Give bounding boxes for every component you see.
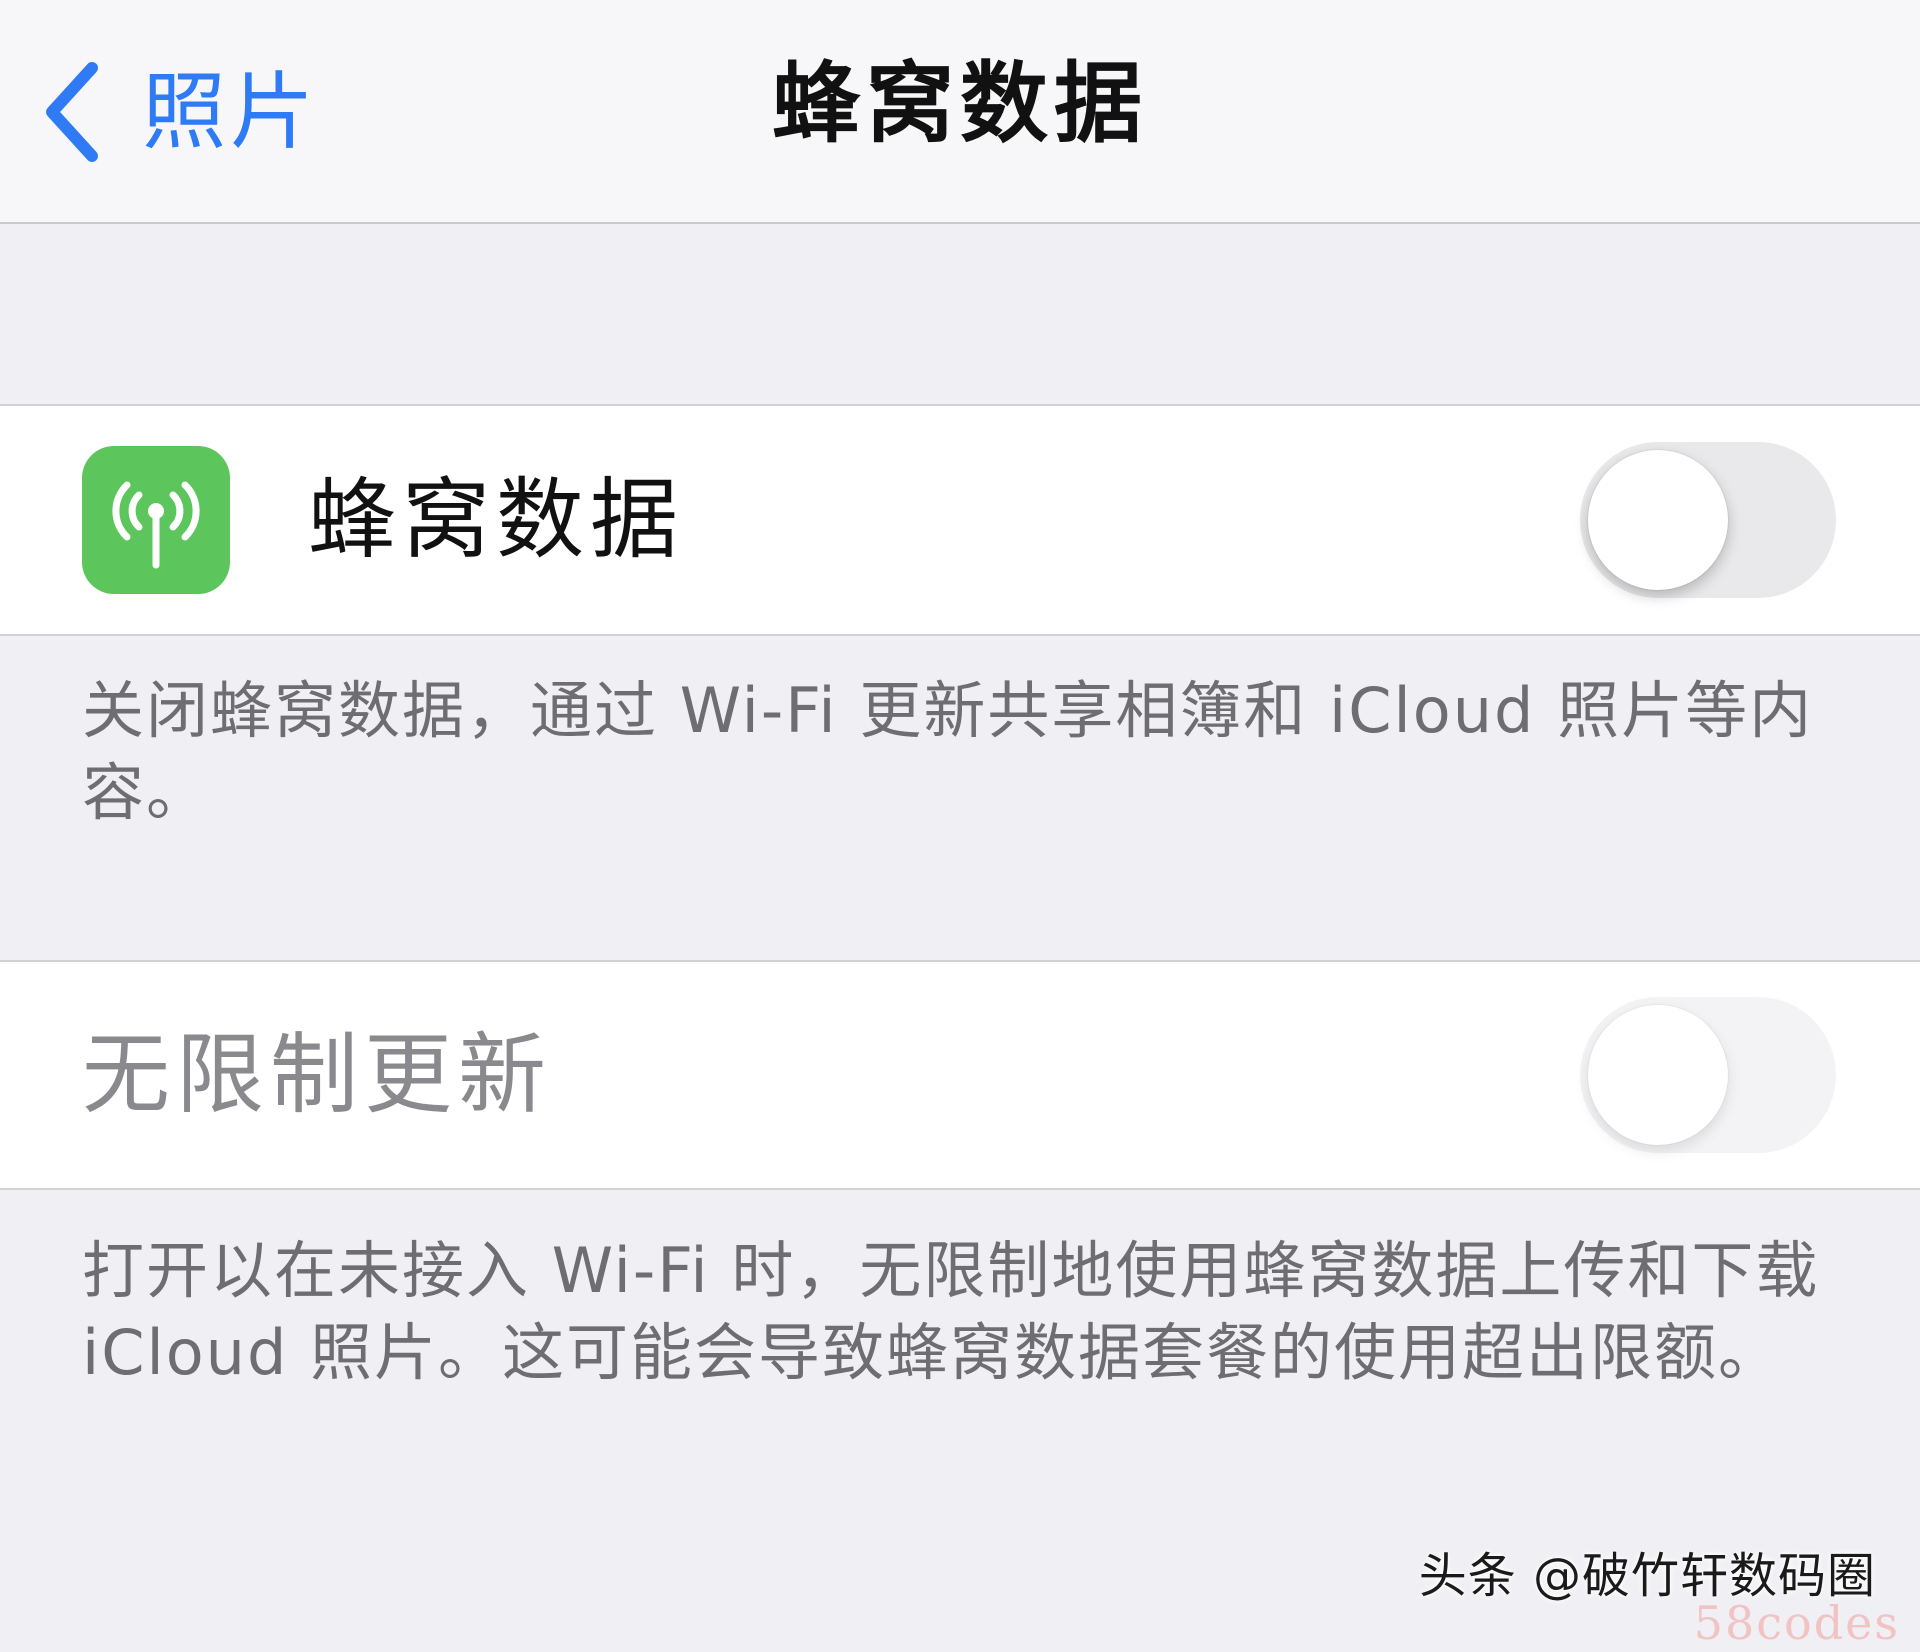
page-title: 蜂窝数据 (771, 52, 1148, 155)
watermark-source: 头条 @破竹轩数码圈 (1418, 1548, 1876, 1604)
antenna-signal-icon (82, 446, 230, 594)
unlimited-updates-toggle[interactable] (1580, 997, 1836, 1153)
unlimited-updates-label: 无限制更新 (82, 1023, 553, 1126)
unlimited-updates-footer: 打开以在未接入 Wi-Fi 时，无限制地使用蜂窝数据上传和下载 iCloud 照… (82, 1234, 1820, 1389)
unlimited-updates-row: 无限制更新 (0, 960, 1920, 1190)
cellular-data-label: 蜂窝数据 (308, 468, 685, 571)
navigation-bar: 照片 蜂窝数据 (0, 0, 1920, 224)
toggle-knob (1588, 1005, 1728, 1145)
cellular-data-toggle[interactable] (1580, 442, 1836, 598)
cellular-data-footer: 关闭蜂窝数据，通过 Wi-Fi 更新共享相簿和 iCloud 照片等内容。 (82, 674, 1814, 829)
cellular-data-row: 蜂窝数据 (0, 404, 1920, 636)
toggle-knob (1588, 450, 1728, 590)
watermark-site: 58codes (1693, 1596, 1900, 1650)
